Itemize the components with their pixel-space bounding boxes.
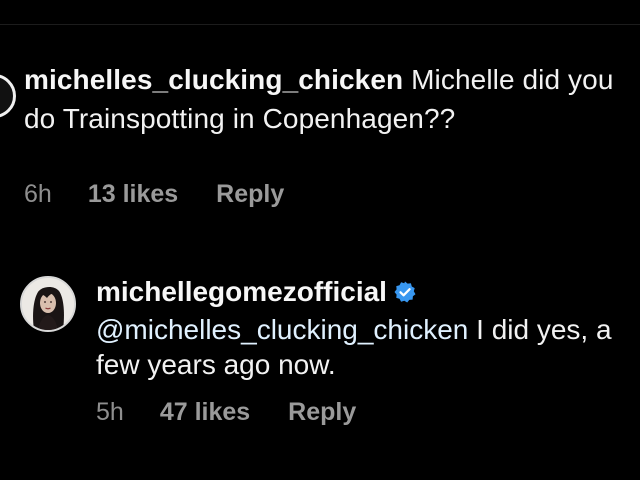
mention-link[interactable]: @michelles_clucking_chicken bbox=[96, 314, 468, 345]
top-divider bbox=[0, 24, 640, 25]
comment-meta: 6h 13 likes Reply bbox=[24, 180, 284, 209]
verified-badge-icon bbox=[393, 277, 417, 312]
avatar[interactable] bbox=[0, 74, 16, 118]
avatar[interactable] bbox=[20, 276, 76, 332]
comment-username[interactable]: michellegomezofficial bbox=[96, 276, 387, 307]
comment-body: michellegomezofficial @michelles_cluckin… bbox=[96, 274, 616, 382]
comment-username[interactable]: michelles_clucking_chicken bbox=[24, 64, 403, 95]
comment-likes[interactable]: 13 likes bbox=[88, 180, 178, 209]
reply-button[interactable]: Reply bbox=[216, 180, 284, 209]
avatar-image bbox=[22, 278, 74, 330]
comment-likes[interactable]: 47 likes bbox=[160, 398, 250, 427]
comment-time: 6h bbox=[24, 180, 52, 208]
reply-button[interactable]: Reply bbox=[288, 398, 356, 427]
comment-time: 5h bbox=[96, 398, 124, 426]
comment-body: michelles_clucking_chicken Michelle did … bbox=[24, 60, 624, 138]
comment-meta: 5h 47 likes Reply bbox=[96, 398, 356, 427]
